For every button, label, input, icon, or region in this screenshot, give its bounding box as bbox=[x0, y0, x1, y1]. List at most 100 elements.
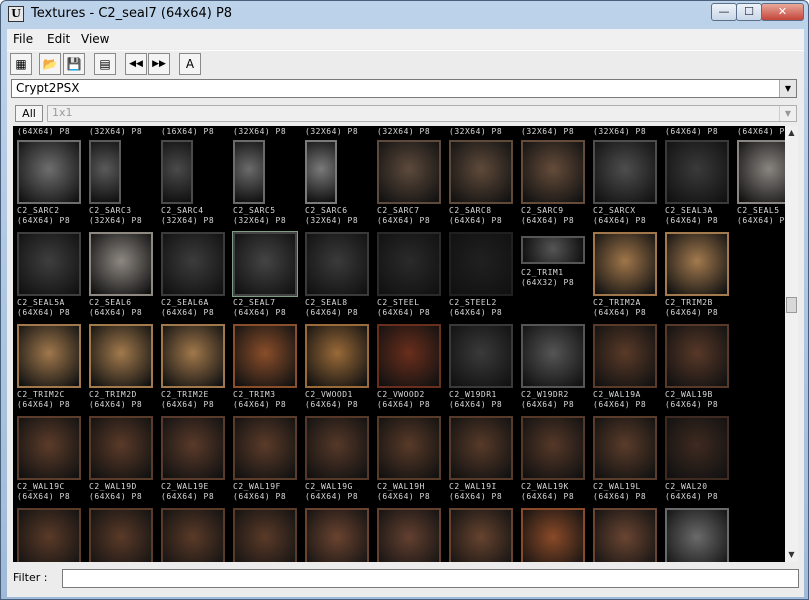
texture-size-label: (64X32) P8 bbox=[521, 278, 575, 287]
texture-size-label: (64X64) P8 bbox=[449, 492, 503, 501]
font-icon[interactable]: A bbox=[179, 53, 201, 75]
texture-name-label: C2_WAL19I bbox=[449, 482, 497, 491]
menu-file[interactable]: File bbox=[13, 32, 33, 46]
texture-name-label: C2_SARC8 bbox=[449, 206, 492, 215]
texture-name-label: C2_SARC2 bbox=[17, 206, 60, 215]
menu-view[interactable]: View bbox=[81, 32, 109, 46]
texture-size-label: (64X64) P8 bbox=[665, 308, 719, 317]
texture-name-label: C2_WAL19H bbox=[377, 482, 425, 491]
texture-thumbnail[interactable] bbox=[89, 508, 153, 562]
filter-input[interactable] bbox=[62, 569, 799, 588]
texture-thumbnail[interactable] bbox=[449, 416, 513, 480]
texture-name-label: C2_SEAL6A bbox=[161, 298, 209, 307]
texture-name-label: C2_TRIM1 bbox=[521, 268, 564, 277]
texture-size-label: (64X64) P8 bbox=[17, 216, 71, 225]
texture-thumbnail[interactable] bbox=[89, 416, 153, 480]
texture-thumbnail[interactable] bbox=[377, 232, 441, 296]
texture-thumbnail[interactable] bbox=[737, 140, 791, 204]
texture-thumbnail[interactable] bbox=[377, 416, 441, 480]
texture-thumbnail[interactable] bbox=[305, 324, 369, 388]
scroll-up-icon[interactable]: ▲ bbox=[785, 126, 798, 140]
texture-thumbnail[interactable] bbox=[665, 416, 729, 480]
texture-thumbnail[interactable] bbox=[89, 140, 121, 204]
open-icon[interactable]: 📂 bbox=[39, 53, 61, 75]
menu-edit[interactable]: Edit bbox=[47, 32, 70, 46]
texture-thumbnail[interactable] bbox=[521, 416, 585, 480]
texture-thumbnail[interactable] bbox=[665, 508, 729, 562]
texture-thumbnail[interactable] bbox=[17, 140, 81, 204]
texture-thumbnail[interactable] bbox=[521, 236, 585, 264]
texture-thumbnail[interactable] bbox=[161, 324, 225, 388]
texture-thumbnail[interactable] bbox=[305, 232, 369, 296]
texture-name-label: C2_SARC9 bbox=[521, 206, 564, 215]
texture-thumbnail[interactable] bbox=[161, 140, 193, 204]
texture-thumbnail[interactable] bbox=[593, 324, 657, 388]
minimize-button[interactable]: — bbox=[711, 3, 737, 21]
texture-thumbnail[interactable] bbox=[89, 324, 153, 388]
texture-thumbnail[interactable] bbox=[161, 232, 225, 296]
chevron-down-icon[interactable]: ▼ bbox=[779, 80, 796, 97]
texture-thumbnail[interactable] bbox=[593, 140, 657, 204]
texture-size-label: (32X64) P8 bbox=[377, 127, 431, 136]
texture-thumbnail[interactable] bbox=[521, 140, 585, 204]
close-button[interactable]: ✕ bbox=[761, 3, 804, 21]
texture-thumbnail[interactable] bbox=[233, 416, 297, 480]
texture-size-label: (64X64) P8 bbox=[737, 216, 791, 225]
texture-thumbnail[interactable] bbox=[449, 232, 513, 296]
texture-thumbnail[interactable] bbox=[161, 508, 225, 562]
package-combo-value: Crypt2PSX bbox=[16, 81, 80, 95]
texture-thumbnail[interactable] bbox=[233, 508, 297, 562]
texture-thumbnail[interactable] bbox=[161, 416, 225, 480]
texture-thumbnail[interactable] bbox=[449, 324, 513, 388]
texture-thumbnail[interactable] bbox=[377, 508, 441, 562]
texture-thumbnail[interactable] bbox=[665, 232, 729, 296]
texture-name-label: C2_TRIM2E bbox=[161, 390, 209, 399]
texture-thumbnail[interactable] bbox=[305, 140, 337, 204]
size-combo[interactable]: 1x1 ▼ bbox=[47, 105, 797, 122]
app-icon[interactable]: U bbox=[8, 6, 24, 22]
texture-name-label: C2_SARC3 bbox=[89, 206, 132, 215]
texture-name-label: C2_TRIM3 bbox=[233, 390, 276, 399]
package-combo[interactable]: Crypt2PSX ▼ bbox=[11, 79, 797, 98]
texture-thumbnail[interactable] bbox=[521, 324, 585, 388]
properties-icon[interactable]: ▤ bbox=[94, 53, 116, 75]
texture-thumbnail[interactable] bbox=[305, 508, 369, 562]
save-icon[interactable]: 💾 bbox=[63, 53, 85, 75]
texture-thumbnail[interactable] bbox=[233, 324, 297, 388]
texture-thumbnail[interactable] bbox=[233, 140, 265, 204]
chevron-down-icon[interactable]: ▼ bbox=[779, 106, 796, 121]
scroll-thumb[interactable] bbox=[786, 297, 797, 313]
texture-thumbnail[interactable] bbox=[593, 232, 657, 296]
texture-thumbnail[interactable] bbox=[665, 324, 729, 388]
texture-size-label: (64X64) P8 bbox=[521, 216, 575, 225]
texture-size-label: (64X64) P8 bbox=[305, 308, 359, 317]
texture-thumbnail[interactable] bbox=[89, 232, 153, 296]
texture-thumbnail[interactable] bbox=[17, 324, 81, 388]
texture-thumbnail[interactable] bbox=[17, 416, 81, 480]
next-icon[interactable]: ▶▶ bbox=[148, 53, 170, 75]
texture-name-label: C2_SARC4 bbox=[161, 206, 204, 215]
texture-grid[interactable]: (64X64) P8 (32X64) P8 (16X64) P8 (32X64) P8… bbox=[13, 126, 791, 562]
texture-thumbnail[interactable] bbox=[17, 508, 81, 562]
texture-thumbnail[interactable] bbox=[665, 140, 729, 204]
vertical-scrollbar[interactable]: ▲ ▼ bbox=[785, 126, 798, 562]
texture-thumbnail[interactable] bbox=[449, 508, 513, 562]
texture-thumbnail[interactable] bbox=[17, 232, 81, 296]
browse-icon[interactable]: ▦ bbox=[10, 53, 32, 75]
all-button[interactable]: All bbox=[15, 105, 43, 122]
texture-thumbnail[interactable] bbox=[593, 508, 657, 562]
scroll-down-icon[interactable]: ▼ bbox=[785, 548, 798, 562]
texture-thumbnail[interactable] bbox=[232, 231, 298, 297]
texture-name-label: C2_WAL19D bbox=[89, 482, 137, 491]
texture-thumbnail[interactable] bbox=[377, 140, 441, 204]
texture-thumbnail[interactable] bbox=[521, 508, 585, 562]
maximize-button[interactable]: ☐ bbox=[736, 3, 762, 21]
texture-thumbnail[interactable] bbox=[305, 416, 369, 480]
texture-thumbnail[interactable] bbox=[377, 324, 441, 388]
texture-thumbnail[interactable] bbox=[449, 140, 513, 204]
texture-thumbnail[interactable] bbox=[593, 416, 657, 480]
previous-icon[interactable]: ◀◀ bbox=[125, 53, 147, 75]
texture-name-label: C2_SARC7 bbox=[377, 206, 420, 215]
texture-size-label: (16X64) P8 bbox=[161, 127, 215, 136]
title-bar[interactable]: U Textures - C2_seal7 (64x64) P8 — ☐ ✕ bbox=[1, 1, 808, 28]
